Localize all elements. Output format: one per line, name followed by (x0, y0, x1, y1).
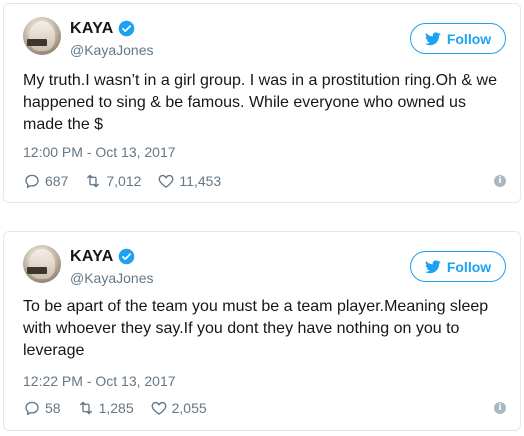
tweet-text: To be apart of the team you must be a te… (23, 298, 489, 359)
retweet-icon (87, 174, 100, 188)
retweet-action[interactable]: 1,285 (77, 399, 134, 417)
heart-icon (151, 401, 167, 415)
info-icon[interactable]: i (494, 402, 506, 414)
reply-count: 687 (45, 173, 69, 189)
info-icon[interactable]: i (494, 175, 506, 187)
heart-icon (159, 174, 174, 188)
follow-button[interactable]: Follow (410, 251, 506, 282)
tweet-actions: 687 7,012 11,453 i (23, 171, 506, 191)
reply-icon (25, 401, 39, 416)
tweet-actions: 58 1,285 2,055 i (23, 398, 506, 418)
retweet-action[interactable]: 7,012 (84, 172, 141, 190)
follow-label: Follow (446, 30, 492, 47)
like-action[interactable]: 2,055 (150, 399, 207, 417)
author-name[interactable]: KAYA (70, 20, 114, 38)
reply-action[interactable]: 58 (23, 399, 61, 417)
tweet-card[interactable]: KAYA @KayaJones Follow My truth.I wasn’t… (3, 3, 521, 203)
retweet-count: 1,285 (98, 400, 134, 416)
reply-action[interactable]: 687 (23, 172, 68, 190)
avatar[interactable] (23, 17, 61, 55)
tweet-card[interactable]: KAYA @KayaJones Follow To be apart of th… (3, 231, 521, 431)
author-handle[interactable]: @KayaJones (70, 42, 153, 58)
follow-label: Follow (446, 258, 492, 275)
reply-icon (25, 174, 39, 189)
avatar[interactable] (23, 245, 61, 283)
tweet-timestamp[interactable]: 12:00 PM - Oct 13, 2017 (23, 144, 176, 160)
reply-count: 58 (45, 400, 61, 416)
twitter-bird-icon (424, 31, 441, 45)
like-action[interactable]: 11,453 (157, 172, 221, 190)
tweet-timestamp[interactable]: 12:22 PM - Oct 13, 2017 (23, 373, 176, 389)
like-count: 2,055 (171, 400, 207, 416)
twitter-bird-icon (424, 259, 441, 273)
retweet-count: 7,012 (106, 173, 142, 189)
tweet-text: My truth.I wasn’t in a girl group. I was… (23, 72, 497, 133)
retweet-icon (79, 401, 92, 415)
like-count: 11,453 (179, 173, 222, 189)
author-name[interactable]: KAYA (70, 248, 114, 266)
verified-badge-icon (118, 20, 135, 37)
author-handle[interactable]: @KayaJones (70, 270, 153, 286)
follow-button[interactable]: Follow (410, 23, 506, 54)
verified-badge-icon (118, 248, 135, 265)
